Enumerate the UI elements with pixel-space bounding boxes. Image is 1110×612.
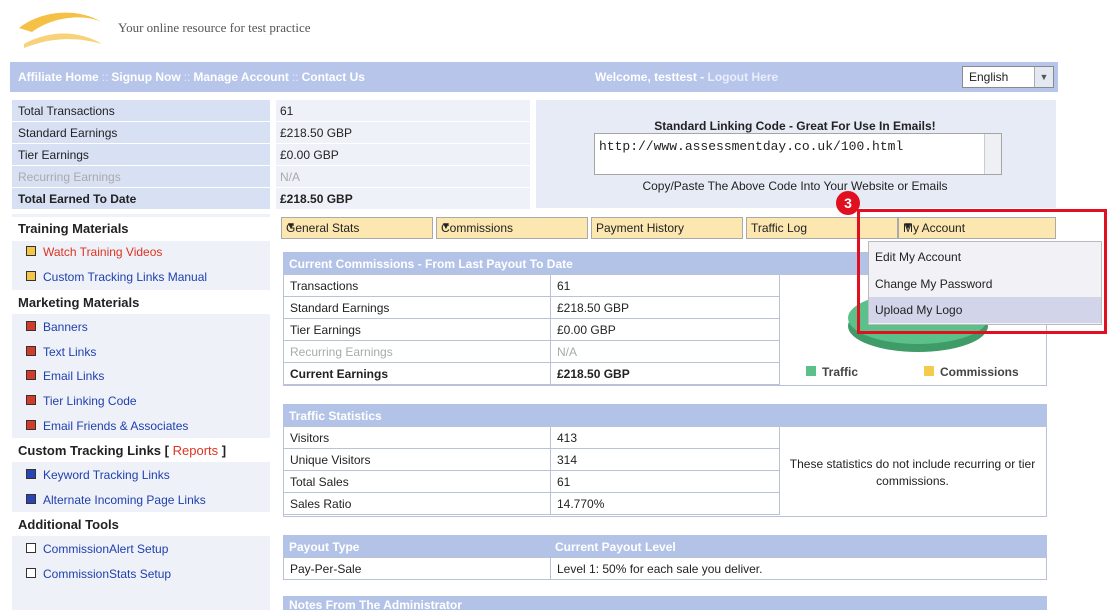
traffic-label-cell: Sales Ratio bbox=[284, 493, 551, 515]
nav-separator: :: bbox=[101, 70, 109, 84]
sidebar-item-commission-stats[interactable]: CommissionStats Setup bbox=[26, 567, 171, 581]
square-bullet-icon bbox=[26, 346, 36, 356]
commission-label-cell: Current Earnings bbox=[284, 363, 551, 385]
sidebar-item-training-videos[interactable]: Watch Training Videos bbox=[26, 245, 162, 259]
square-bullet-icon bbox=[26, 271, 36, 281]
site-logo bbox=[19, 12, 102, 48]
square-bullet-icon bbox=[26, 420, 36, 430]
tab-commissions[interactable]: Commissions ▼ bbox=[436, 217, 588, 239]
nav-links: Affiliate Home:: Signup Now:: Manage Accou… bbox=[18, 70, 365, 84]
commission-label-cell: Transactions bbox=[284, 275, 551, 297]
sidebar-heading-marketing: Marketing Materials bbox=[18, 295, 140, 310]
sidebar-item-tracking-manual[interactable]: Custom Tracking Links Manual bbox=[26, 270, 207, 284]
square-bullet-icon bbox=[26, 370, 36, 380]
sidebar-heading-training: Training Materials bbox=[18, 221, 129, 236]
sidebar-item-banners[interactable]: Banners bbox=[26, 320, 88, 334]
chevron-down-icon: ▼ bbox=[286, 221, 296, 232]
legend-swatch-icon bbox=[806, 366, 816, 376]
commission-value-cell: 61 bbox=[551, 275, 780, 297]
stat-label-row: Standard Earnings bbox=[12, 122, 270, 144]
commission-value-cell: N/A bbox=[551, 341, 780, 363]
sidebar-item-commission-alert[interactable]: CommissionAlert Setup bbox=[26, 542, 168, 556]
nav-link-contact[interactable]: Contact Us bbox=[302, 70, 365, 84]
square-bullet-icon bbox=[26, 494, 36, 504]
stat-value-row: £218.50 GBP bbox=[276, 188, 530, 210]
top-nav-bar: Affiliate Home:: Signup Now:: Manage Accou… bbox=[10, 62, 1058, 92]
traffic-value-cell: 314 bbox=[551, 449, 780, 471]
commission-value-cell: £0.00 GBP bbox=[551, 319, 780, 341]
sidebar-item-keyword-tracking[interactable]: Keyword Tracking Links bbox=[26, 468, 170, 482]
site-tagline: Your online resource for test practice bbox=[118, 20, 311, 35]
legend-traffic: Traffic bbox=[806, 365, 858, 379]
nav-separator: :: bbox=[183, 70, 191, 84]
square-bullet-icon bbox=[26, 395, 36, 405]
sidebar-item-email-links[interactable]: Email Links bbox=[26, 369, 104, 383]
traffic-value-cell: 61 bbox=[551, 471, 780, 493]
square-bullet-icon bbox=[26, 321, 36, 331]
commission-value-cell: £218.50 GBP bbox=[551, 363, 780, 385]
checkbox-icon bbox=[26, 543, 36, 553]
textarea-scrollbar[interactable] bbox=[984, 134, 1001, 174]
stat-label-row: Total Transactions bbox=[12, 100, 270, 122]
step-badge: 3 bbox=[836, 191, 860, 215]
stat-label-row: Tier Earnings bbox=[12, 144, 270, 166]
traffic-label-cell: Total Sales bbox=[284, 471, 551, 493]
commission-label-cell: Standard Earnings bbox=[284, 297, 551, 319]
square-bullet-icon bbox=[26, 246, 36, 256]
logout-link[interactable]: Logout Here bbox=[707, 70, 778, 84]
language-select[interactable]: English ▼ bbox=[962, 66, 1054, 88]
chevron-down-icon[interactable]: ▼ bbox=[1034, 67, 1053, 87]
nav-link-affiliate-home[interactable]: Affiliate Home bbox=[18, 70, 99, 84]
linking-code-value: http://www.assessmentday.co.uk/100.html bbox=[599, 139, 904, 154]
stat-label-row: Recurring Earnings bbox=[12, 166, 270, 188]
traffic-panel-header: Traffic Statistics bbox=[283, 404, 1047, 426]
payout-type-cell: Pay-Per-Sale bbox=[284, 558, 551, 579]
linking-code-hint: Copy/Paste The Above Code Into Your Webs… bbox=[642, 179, 948, 193]
reports-link[interactable]: Reports bbox=[173, 443, 219, 458]
stat-value-row: £0.00 GBP bbox=[276, 144, 530, 166]
payout-panel-header: Payout Type Current Payout Level bbox=[283, 535, 1047, 557]
commission-label-cell: Tier Earnings bbox=[284, 319, 551, 341]
payout-level-cell: Level 1: 50% for each sale you deliver. bbox=[557, 562, 763, 576]
sidebar-item-tier-linking[interactable]: Tier Linking Code bbox=[26, 394, 137, 408]
stat-value-row: £218.50 GBP bbox=[276, 122, 530, 144]
commission-value-cell: £218.50 GBP bbox=[551, 297, 780, 319]
checkbox-icon bbox=[26, 568, 36, 578]
welcome-user: Welcome, testtest bbox=[595, 70, 697, 84]
language-value: English bbox=[969, 70, 1009, 84]
linking-code-title: Standard Linking Code - Great For Use In… bbox=[654, 119, 936, 133]
tab-general-stats[interactable]: General Stats ▼ bbox=[281, 217, 433, 239]
sidebar-item-alternate-pages[interactable]: Alternate Incoming Page Links bbox=[26, 493, 206, 507]
legend-swatch-icon bbox=[924, 366, 934, 376]
highlight-box bbox=[857, 209, 1107, 334]
nav-link-manage-account[interactable]: Manage Account bbox=[193, 70, 289, 84]
tab-payment-history[interactable]: Payment History bbox=[591, 217, 743, 239]
sidebar-heading-custom: Custom Tracking Links [ Reports ] bbox=[18, 443, 227, 458]
nav-separator: :: bbox=[291, 70, 299, 84]
sidebar-item-text-links[interactable]: Text Links bbox=[26, 345, 96, 359]
chevron-down-icon: ▼ bbox=[441, 221, 451, 232]
commission-label-cell: Recurring Earnings bbox=[284, 341, 551, 363]
square-bullet-icon bbox=[26, 469, 36, 479]
traffic-label-cell: Unique Visitors bbox=[284, 449, 551, 471]
stat-value-row: N/A bbox=[276, 166, 530, 188]
sidebar-item-email-friends[interactable]: Email Friends & Associates bbox=[26, 419, 188, 433]
notes-panel-header: Notes From The Administrator bbox=[283, 596, 1047, 612]
welcome-text: Welcome, testtest - Logout Here bbox=[595, 70, 779, 84]
legend-commissions: Commissions bbox=[924, 365, 1019, 379]
traffic-value-cell: 413 bbox=[551, 427, 780, 449]
linking-code-textarea[interactable]: http://www.assessmentday.co.uk/100.html bbox=[594, 133, 1002, 175]
traffic-label-cell: Visitors bbox=[284, 427, 551, 449]
stat-label-row: Total Earned To Date bbox=[12, 188, 270, 210]
traffic-note: These statistics do not include recurrin… bbox=[789, 457, 1036, 488]
sidebar-heading-tools: Additional Tools bbox=[18, 517, 119, 532]
traffic-value-cell: 14.770% bbox=[551, 493, 780, 515]
stat-value-row: 61 bbox=[276, 100, 530, 122]
nav-link-signup[interactable]: Signup Now bbox=[111, 70, 180, 84]
